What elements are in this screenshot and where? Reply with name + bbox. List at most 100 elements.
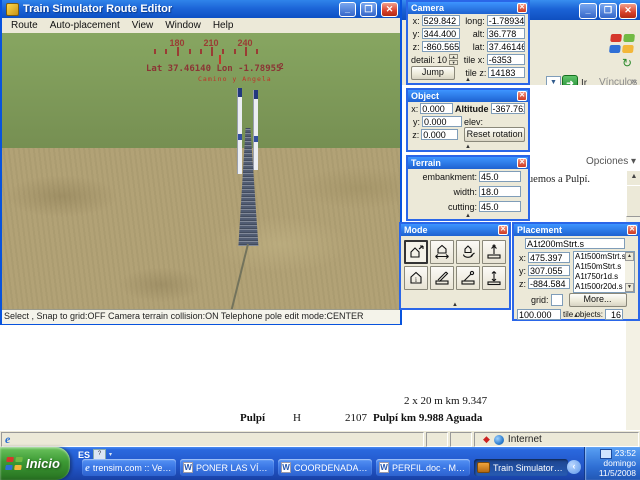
train-icon	[477, 462, 490, 473]
embankment-field[interactable]: 45.0	[479, 171, 521, 182]
scroll-thumb[interactable]	[626, 185, 640, 217]
menu-route[interactable]: Route	[6, 20, 43, 31]
camera-palette-titlebar[interactable]: Camera ✕	[408, 2, 528, 14]
mode-terrain-pick-button[interactable]	[456, 266, 480, 290]
menu-view[interactable]: View	[127, 20, 159, 31]
world-viewport[interactable]: 180 210 240 Lat 37.46140 Lon -1.78955 2 …	[2, 33, 400, 309]
system-tray: 23:52 domingo 11/5/2008	[584, 447, 640, 480]
detail-spinner[interactable]: ▲▼	[449, 54, 458, 65]
mode-object-info-button[interactable]: i	[404, 266, 428, 290]
taskbar-button-coordenadas[interactable]: W COORDENADAS MUR...	[278, 459, 372, 476]
shape-listbox[interactable]: A1t500mStrt.s A1t50mStrt.s A1t750r1d.s A…	[573, 251, 635, 293]
camera-lat-field[interactable]: 37.46146	[487, 41, 525, 52]
camera-x-field[interactable]: 529.842	[422, 15, 460, 26]
house-move-icon	[434, 244, 450, 260]
placement-y-field[interactable]: 307.055	[528, 265, 570, 276]
raise-arrow-icon	[486, 244, 502, 260]
window-title: Train Simulator Route Editor	[23, 3, 335, 15]
options-dropdown[interactable]: Opciones ▾	[586, 156, 636, 167]
mode-rotate-object-button[interactable]	[456, 240, 480, 264]
close-icon[interactable]: ✕	[517, 158, 527, 168]
terrain-palette-titlebar[interactable]: Terrain ✕	[408, 157, 528, 169]
menu-auto-placement[interactable]: Auto-placement	[45, 20, 125, 31]
mode-place-object-button[interactable]	[404, 240, 428, 264]
object-palette-titlebar[interactable]: Object ✕	[408, 90, 528, 102]
placement-palette: Placement ✕ A1t200mStrt.s x: 475.397 y: …	[512, 222, 640, 321]
mode-vertical-anchor-button[interactable]	[482, 266, 506, 290]
collapse-handle-icon[interactable]: ▲	[465, 213, 471, 219]
statusbar-segment	[450, 432, 472, 447]
close-button[interactable]: ✕	[381, 2, 398, 17]
terrain-palette: Terrain ✕ embankment: 45.0 width: 18.0 c…	[406, 155, 530, 221]
selected-shape-field[interactable]: A1t200mStrt.s	[525, 238, 625, 249]
object-x-field[interactable]: 0.000	[420, 103, 453, 114]
mode-raise-object-button[interactable]	[482, 240, 506, 264]
grid-checkbox[interactable]	[551, 294, 563, 306]
mode-palette-titlebar[interactable]: Mode ✕	[401, 224, 509, 236]
taskbar-button-poner-vias[interactable]: W PONER LAS VÍAS HA...	[180, 459, 274, 476]
menu-window[interactable]: Window	[160, 20, 206, 31]
measure-text: 2 x 20 m km 9.347	[404, 395, 487, 407]
camera-tilex-field[interactable]: -6353	[487, 54, 525, 65]
eyedropper-terrain-icon	[460, 270, 476, 286]
object-y-field[interactable]: 0.000	[422, 116, 462, 127]
close-icon[interactable]: ✕	[517, 3, 527, 13]
restore-button[interactable]: ❐	[599, 3, 617, 19]
object-z-field[interactable]: 0.000	[421, 129, 458, 140]
placement-palette-titlebar[interactable]: Placement ✕	[514, 224, 638, 236]
mode-move-object-button[interactable]	[430, 240, 454, 264]
scroll-up-icon[interactable]: ▲	[626, 170, 640, 186]
browser-statusbar: e ◆ Internet	[0, 430, 640, 448]
start-button[interactable]: Inicio	[0, 447, 70, 480]
svg-text:i: i	[415, 276, 417, 284]
menu-help[interactable]: Help	[208, 20, 239, 31]
collapse-handle-icon[interactable]: ▲	[452, 302, 458, 308]
placement-z-field[interactable]: -884.584	[528, 278, 570, 289]
scroll-up-icon[interactable]: ▲	[625, 252, 634, 261]
menubar: Route Auto-placement View Window Help	[2, 18, 400, 33]
taskbar-button-train-simulator[interactable]: Train Simulator Route...	[474, 459, 568, 476]
heading-marker	[219, 55, 221, 64]
marker-label: Camino y Angela	[198, 75, 272, 83]
latlon-readout: Lat 37.46140 Lon -1.78955	[146, 64, 281, 74]
placement-x-field[interactable]: 475.397	[528, 252, 570, 263]
taskbar-button-perfil-doc[interactable]: W PERFIL.doc - Microso...	[376, 459, 470, 476]
collapse-handle-icon[interactable]: ▲	[465, 77, 471, 83]
camera-alt-field[interactable]: 36.778	[487, 28, 525, 39]
camera-long-field[interactable]: -1.78934	[487, 15, 525, 26]
anchor-arrow-icon	[486, 270, 502, 286]
camera-z-field[interactable]: -860.565	[422, 41, 460, 52]
cutting-field[interactable]: 45.0	[479, 201, 521, 212]
scroll-down-icon[interactable]: ▼	[625, 283, 634, 292]
taskbar: Inicio ES ? ▾ e trensim.com :: Ver te...…	[0, 447, 640, 480]
tile-objects-field: 16	[605, 309, 623, 320]
camera-tilez-field[interactable]: 14183	[488, 67, 525, 78]
close-icon[interactable]: ✕	[627, 225, 637, 235]
jump-button[interactable]: Jump	[411, 66, 455, 80]
kilometer-post	[237, 88, 242, 174]
tray-chevron-icon[interactable]: ‹	[567, 460, 581, 474]
refresh-icon[interactable]: ↻	[622, 56, 632, 70]
close-icon[interactable]: ✕	[498, 225, 508, 235]
language-indicator[interactable]: ES	[78, 450, 90, 460]
reset-rotation-button[interactable]: Reset rotation	[464, 127, 525, 142]
width-field[interactable]: 18.0	[479, 186, 521, 197]
camera-y-field[interactable]: 344.400	[422, 28, 460, 39]
status-warning-icon: ◆	[483, 434, 490, 445]
collapse-handle-icon[interactable]: ▲	[573, 313, 579, 319]
editor-titlebar[interactable]: Train Simulator Route Editor _ ❐ ✕	[2, 0, 400, 18]
list-scrollbar[interactable]: ▲ ▼	[625, 252, 634, 292]
close-button[interactable]: ✕	[619, 3, 637, 19]
taskbar-button-trensim[interactable]: e trensim.com :: Ver te...	[82, 459, 176, 476]
maximize-button[interactable]: ❐	[360, 2, 377, 17]
close-icon[interactable]: ✕	[517, 91, 527, 101]
more-button[interactable]: More...	[569, 293, 627, 307]
collapse-handle-icon[interactable]: ▲	[465, 144, 471, 150]
minimize-button[interactable]: _	[339, 2, 356, 17]
mode-terrain-paint-button[interactable]	[430, 266, 454, 290]
object-altitude-field[interactable]: -367.762	[491, 103, 525, 114]
language-options-icon[interactable]: ▾	[109, 451, 112, 458]
minimize-button[interactable]: _	[579, 3, 597, 19]
pencil-terrain-icon	[434, 270, 450, 286]
snap-distance-field[interactable]: 100.000	[517, 309, 561, 320]
